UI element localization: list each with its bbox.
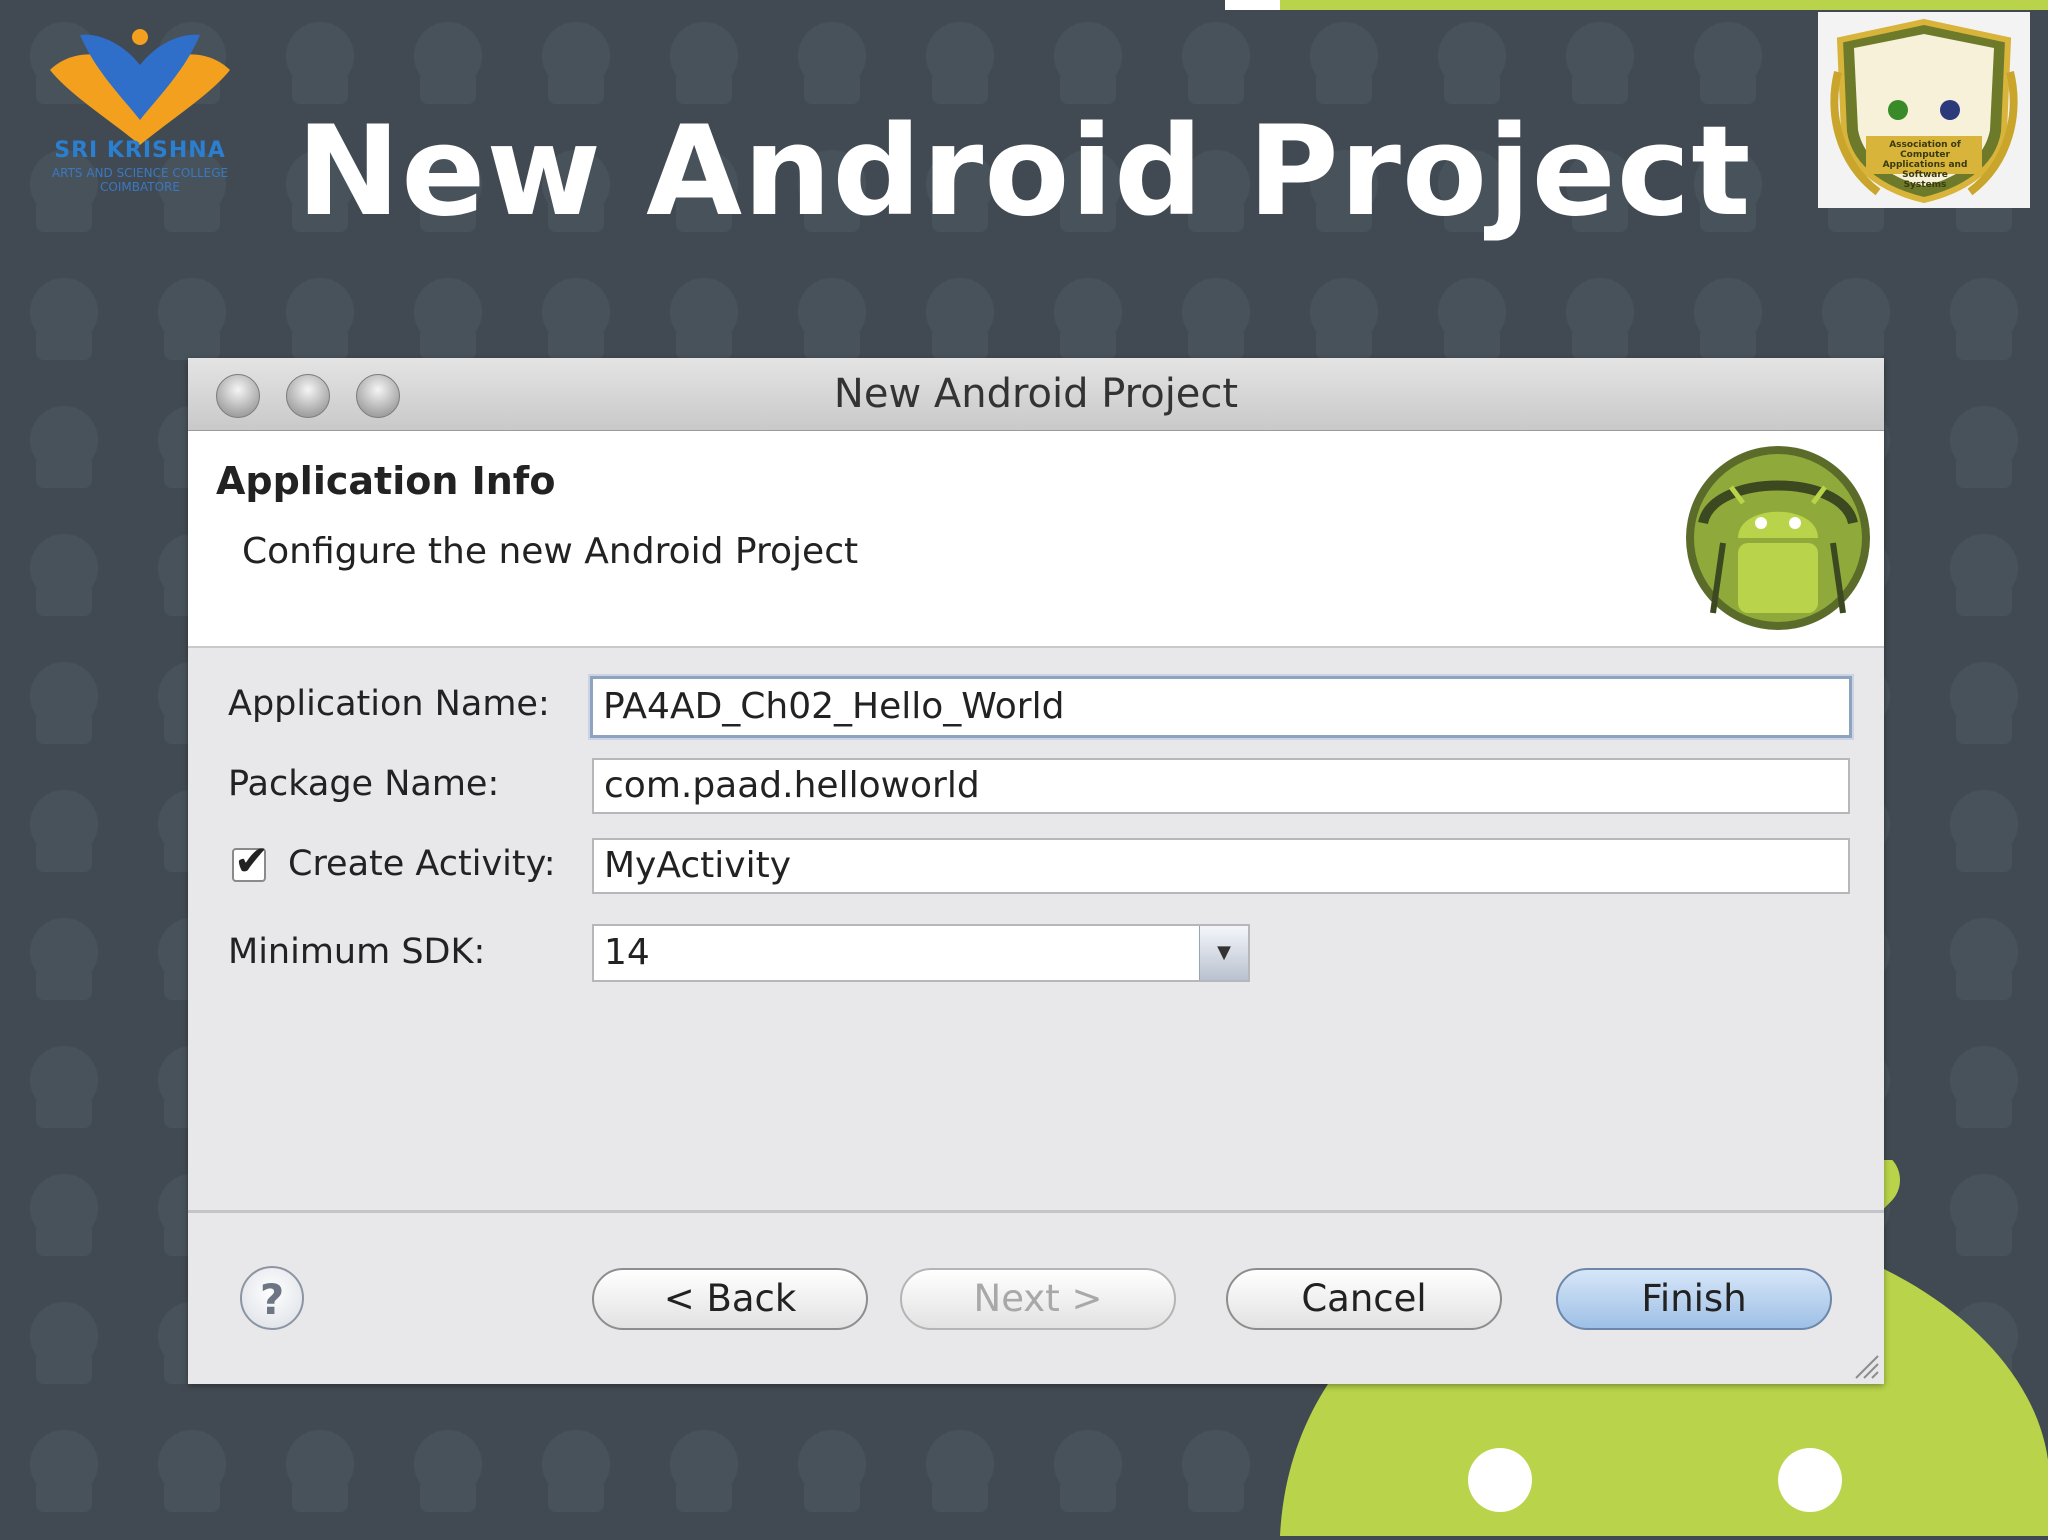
next-button[interactable]: Next >	[900, 1268, 1176, 1330]
form-area: Application Name: PA4AD_Ch02_Hello_World…	[188, 648, 1884, 1210]
resize-grip-icon[interactable]	[1850, 1350, 1880, 1380]
window-title: New Android Project	[833, 371, 1239, 417]
slide-title: New Android Project	[296, 100, 1752, 244]
footer-divider	[188, 1210, 1884, 1213]
checkmark-icon: ✔	[234, 836, 270, 885]
association-badge: Association of Computer Applications and…	[1818, 12, 2030, 208]
app-name-field[interactable]: PA4AD_Ch02_Hello_World	[590, 676, 1852, 738]
min-sdk-value: 14	[604, 932, 650, 973]
help-icon[interactable]: ?	[240, 1266, 304, 1330]
finish-button[interactable]: Finish	[1556, 1268, 1832, 1330]
min-sdk-label: Minimum SDK:	[228, 932, 486, 972]
top-accent-bar-green	[1280, 0, 2048, 10]
info-header: Application Info Configure the new Andro…	[188, 431, 1884, 648]
android-icon	[1683, 443, 1873, 633]
package-name-label: Package Name:	[228, 764, 500, 804]
min-sdk-select[interactable]: 14 ▼	[592, 924, 1250, 982]
app-name-label: Application Name:	[228, 684, 550, 724]
window-titlebar: New Android Project	[188, 358, 1884, 431]
create-activity-field[interactable]: MyActivity	[592, 838, 1850, 894]
new-android-project-dialog: New Android Project Application Info Con…	[188, 358, 1884, 1384]
back-button[interactable]: < Back	[592, 1268, 868, 1330]
cancel-button[interactable]: Cancel	[1226, 1268, 1502, 1330]
create-activity-label: Create Activity:	[288, 844, 556, 884]
package-name-field[interactable]: com.paad.helloworld	[592, 758, 1850, 814]
badge-text: Association of Computer Applications and…	[1882, 140, 1968, 190]
chevron-down-icon[interactable]: ▼	[1199, 926, 1248, 980]
section-description: Configure the new Android Project	[242, 531, 859, 572]
section-title: Application Info	[216, 459, 556, 503]
